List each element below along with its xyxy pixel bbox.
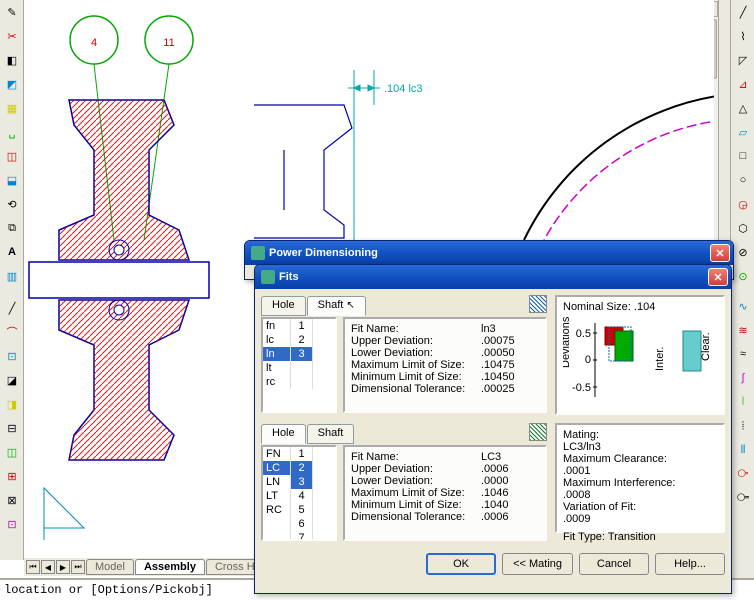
tab-shaft-top[interactable]: Shaft ↖ — [307, 296, 366, 316]
svg-text:.104 lc3: .104 lc3 — [384, 83, 423, 95]
rtool-15[interactable]: ≈ — [732, 343, 754, 365]
arc-tool-btn[interactable]: ⌒ — [1, 321, 23, 343]
rtool-12[interactable]: ⊙ — [732, 265, 754, 287]
tool-btn-22[interactable]: ⊡ — [1, 513, 23, 535]
left-toolbar: ✎ ✂ ◧ ◩ ▦ ␣ ◫ ⬓ ⟲ ⧉ A ▥ ╱ ⌒ ⊡ ◪ ◨ ⊟ ◫ ⊞ … — [0, 0, 24, 560]
tab-hole-bottom[interactable]: Hole — [261, 424, 306, 444]
hole-tabset: Hole Shaft — [261, 423, 547, 443]
tool-btn-12[interactable]: ▥ — [1, 265, 23, 287]
tool-btn-20[interactable]: ⊞ — [1, 465, 23, 487]
fits-dialog: Fits ✕ Hole Shaft ↖ fn1 lc2 ln3 lt rc — [254, 264, 732, 594]
right-toolbar: ╱ ⌇ ◸ ⊿ △ ▱ □ ○ ◶ ⬡ ⊘ ⊙ ∿ ≋ ≈ ∫ ⦚ ⦙ ⦀ ⧂ … — [730, 0, 754, 600]
pd-title: Power Dimensioning — [269, 247, 378, 259]
tab-nav-first[interactable]: ⏮ — [26, 560, 40, 574]
rtool-16[interactable]: ∫ — [732, 367, 754, 389]
shaft-hatch-toggle[interactable] — [529, 295, 547, 313]
tool-btn-1[interactable]: ✎ — [1, 1, 23, 23]
rtool-3[interactable]: ◸ — [732, 49, 754, 71]
tool-btn-15[interactable]: ⊡ — [1, 345, 23, 367]
tool-btn-8[interactable]: ⬓ — [1, 169, 23, 191]
tool-btn-5[interactable]: ▦ — [1, 97, 23, 119]
tab-nav-prev[interactable]: ◀ — [41, 560, 55, 574]
tool-btn-6[interactable]: ␣ — [1, 121, 23, 143]
svg-text:4: 4 — [91, 37, 97, 49]
rtool-7[interactable]: □ — [732, 145, 754, 167]
svg-text:11: 11 — [163, 37, 174, 49]
deviation-chart: Nominal Size: .104 Deviations (1/1000) 0… — [555, 295, 725, 415]
rtool-19[interactable]: ⦀ — [732, 439, 754, 461]
cancel-button[interactable]: Cancel — [579, 553, 649, 575]
rtool-9[interactable]: ◶ — [732, 193, 754, 215]
rtool-11[interactable]: ⊘ — [732, 241, 754, 263]
rtool-1[interactable]: ╱ — [732, 1, 754, 23]
tab-nav-last[interactable]: ⏭ — [71, 560, 85, 574]
rtool-6[interactable]: ▱ — [732, 121, 754, 143]
tab-nav-next[interactable]: ▶ — [56, 560, 70, 574]
fits-body: Hole Shaft ↖ fn1 lc2 ln3 lt rc Fit Name:… — [255, 289, 731, 547]
fits-title: Fits — [279, 271, 299, 283]
svg-text:Inter.: Inter. — [654, 347, 666, 371]
rtool-20[interactable]: ⧂ — [732, 463, 754, 485]
tool-btn-10[interactable]: ⧉ — [1, 217, 23, 239]
tool-btn-18[interactable]: ⊟ — [1, 417, 23, 439]
line-tool-btn[interactable]: ╱ — [1, 297, 23, 319]
svg-text:0.5: 0.5 — [576, 328, 591, 340]
rtool-21[interactable]: ⧃ — [732, 487, 754, 509]
rtool-5[interactable]: △ — [732, 97, 754, 119]
hole-hatch-toggle[interactable] — [529, 423, 547, 441]
fits-titlebar[interactable]: Fits ✕ — [255, 265, 731, 289]
tool-btn-2[interactable]: ✂ — [1, 25, 23, 47]
tab-model[interactable]: Model — [86, 559, 134, 575]
svg-text:0: 0 — [585, 354, 591, 366]
ok-button[interactable]: OK — [426, 553, 496, 575]
tool-btn-17[interactable]: ◨ — [1, 393, 23, 415]
help-button[interactable]: Help... — [655, 553, 725, 575]
rtool-17[interactable]: ⦚ — [732, 391, 754, 413]
mating-panel: Mating:LC3/ln3 Maximum Clearance:.0001 M… — [555, 423, 725, 533]
rtool-18[interactable]: ⦙ — [732, 415, 754, 437]
nominal-size-label: Nominal Size: .104 — [563, 301, 717, 313]
tool-btn-3[interactable]: ◧ — [1, 49, 23, 71]
fits-close-button[interactable]: ✕ — [708, 268, 728, 286]
tool-btn-16[interactable]: ◪ — [1, 369, 23, 391]
shaft-details: Fit Name:ln3 Upper Deviation:.00075 Lowe… — [343, 317, 547, 413]
tool-btn-7[interactable]: ◫ — [1, 145, 23, 167]
shaft-fit-list[interactable]: fn1 lc2 ln3 lt rc — [261, 317, 337, 413]
tool-btn-9[interactable]: ⟲ — [1, 193, 23, 215]
rtool-13[interactable]: ∿ — [732, 295, 754, 317]
tab-hole-top[interactable]: Hole — [261, 296, 306, 316]
shaft-tabset: Hole Shaft ↖ — [261, 295, 547, 315]
hole-details: Fit Name:LC3 Upper Deviation:.0006 Lower… — [343, 445, 547, 541]
mating-button[interactable]: << Mating — [502, 553, 573, 575]
pd-close-button[interactable]: ✕ — [710, 244, 730, 262]
rtool-8[interactable]: ○ — [732, 169, 754, 191]
text-tool-btn[interactable]: A — [1, 241, 23, 263]
tool-btn-19[interactable]: ◫ — [1, 441, 23, 463]
tab-shaft-bottom[interactable]: Shaft — [307, 424, 355, 444]
rtool-10[interactable]: ⬡ — [732, 217, 754, 239]
svg-text:-0.5: -0.5 — [572, 382, 591, 394]
rtool-2[interactable]: ⌇ — [732, 25, 754, 47]
tool-btn-21[interactable]: ⊠ — [1, 489, 23, 511]
pd-titlebar[interactable]: Power Dimensioning ✕ — [245, 241, 733, 265]
tab-assembly[interactable]: Assembly — [135, 559, 205, 575]
layout-tabs: ⏮ ◀ ▶ ⏭ Model Assembly Cross Head — [24, 558, 285, 576]
hole-fit-list[interactable]: FN1 LC2 LN3 LT4 RC5 6 7 — [261, 445, 337, 541]
rtool-4[interactable]: ⊿ — [732, 73, 754, 95]
tool-btn-4[interactable]: ◩ — [1, 73, 23, 95]
svg-text:Clear.: Clear. — [700, 332, 712, 361]
fits-icon — [261, 270, 275, 284]
pd-icon — [251, 246, 265, 260]
rtool-14[interactable]: ≋ — [732, 319, 754, 341]
svg-text:Deviations (1/1000): Deviations (1/1000) — [563, 313, 572, 368]
fits-button-row: OK << Mating Cancel Help... — [255, 547, 731, 581]
